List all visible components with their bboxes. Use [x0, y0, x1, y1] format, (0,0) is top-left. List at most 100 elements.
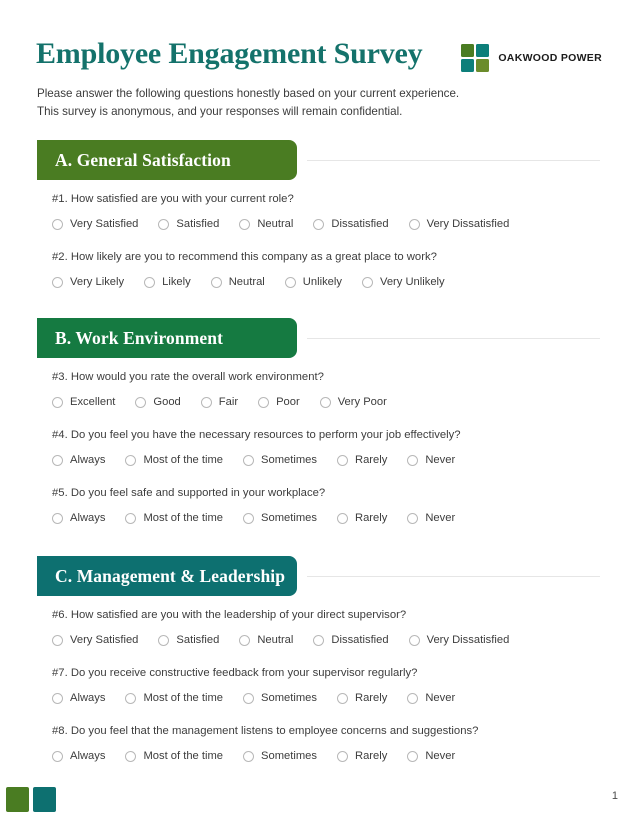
radio-option[interactable]: Never — [407, 512, 455, 525]
radio-option[interactable]: Sometimes — [243, 454, 317, 467]
radio-option[interactable]: Dissatisfied — [313, 218, 389, 231]
radio-button-icon[interactable] — [135, 397, 147, 408]
question-text: #1. How satisfied are you with your curr… — [52, 193, 294, 205]
radio-option[interactable]: Always — [52, 692, 105, 705]
radio-button-icon[interactable] — [407, 751, 419, 762]
radio-button-icon[interactable] — [337, 513, 348, 524]
radio-option[interactable]: Neutral — [239, 634, 293, 647]
radio-option-label: Sometimes — [261, 454, 317, 466]
radio-option[interactable]: Satisfied — [158, 634, 219, 647]
radio-button-icon[interactable] — [200, 397, 212, 408]
radio-option[interactable]: Fair — [200, 396, 239, 409]
radio-button-icon[interactable] — [52, 751, 63, 762]
radio-button-icon[interactable] — [158, 635, 170, 646]
radio-option[interactable]: Good — [135, 396, 181, 409]
intro-line-2: This survey is anonymous, and your respo… — [37, 105, 403, 118]
option-group: Always Most of the time Sometimes Rarely Nev… — [52, 454, 612, 467]
radio-button-icon[interactable] — [407, 455, 419, 466]
radio-button-icon[interactable] — [52, 277, 63, 288]
radio-option[interactable]: Very Satisfied — [52, 218, 138, 231]
radio-option-label: Satisfied — [176, 218, 220, 230]
radio-option[interactable]: Rarely — [337, 512, 387, 525]
radio-option[interactable]: Likely — [144, 276, 191, 289]
option-group: Always Most of the time Sometimes Rarely Nev… — [52, 750, 612, 763]
radio-button-icon[interactable] — [125, 751, 137, 762]
radio-button-icon[interactable] — [361, 277, 373, 288]
radio-button-icon[interactable] — [239, 635, 251, 646]
radio-button-icon[interactable] — [408, 635, 420, 646]
radio-button-icon[interactable] — [144, 277, 156, 288]
logo-square-top-left — [461, 44, 475, 57]
radio-button-icon[interactable] — [337, 455, 348, 466]
radio-button-icon[interactable] — [52, 397, 63, 408]
logo-squares-icon — [461, 44, 490, 72]
radio-button-icon[interactable] — [239, 219, 251, 230]
radio-button-icon[interactable] — [284, 277, 296, 288]
page-title: Employee Engagement Survey — [36, 37, 423, 70]
radio-option[interactable]: Most of the time — [125, 512, 223, 525]
radio-option[interactable]: Always — [52, 454, 105, 467]
radio-option-label: Neutral — [228, 276, 265, 288]
radio-button-icon[interactable] — [258, 397, 270, 408]
radio-option[interactable]: Never — [407, 750, 455, 763]
question-block: #4. Do you feel you have the necessary r… — [52, 428, 612, 467]
radio-button-icon[interactable] — [408, 219, 420, 230]
radio-option[interactable]: Sometimes — [243, 692, 317, 705]
radio-option[interactable]: Very Satisfied — [52, 634, 138, 647]
radio-button-icon[interactable] — [313, 635, 325, 646]
radio-button-icon[interactable] — [337, 751, 348, 762]
radio-option[interactable]: Neutral — [239, 218, 293, 231]
radio-option-label: Never — [425, 692, 456, 704]
brand-name: OAKWOOD POWER — [498, 52, 602, 64]
radio-option[interactable]: Very Dissatisfied — [408, 634, 510, 647]
radio-button-icon[interactable] — [313, 219, 325, 230]
radio-button-icon[interactable] — [407, 513, 419, 524]
radio-option-label: Rarely — [355, 512, 388, 524]
question-block: #3. How would you rate the overall work … — [52, 370, 612, 409]
radio-button-icon[interactable] — [125, 513, 137, 524]
radio-option[interactable]: Neutral — [210, 276, 265, 289]
radio-button-icon[interactable] — [52, 693, 63, 704]
radio-option[interactable]: Rarely — [337, 692, 387, 705]
radio-option[interactable]: Very Likely — [52, 276, 124, 289]
radio-button-icon[interactable] — [52, 635, 63, 646]
radio-option[interactable]: Very Poor — [319, 396, 387, 409]
radio-option[interactable]: Sometimes — [243, 750, 317, 763]
radio-option[interactable]: Very Dissatisfied — [408, 218, 509, 231]
radio-option[interactable]: Satisfied — [158, 218, 219, 231]
radio-option-label: Fair — [218, 396, 239, 408]
radio-option[interactable]: Very Unlikely — [361, 276, 445, 289]
intro-text: Please answer the following questions ho… — [37, 85, 567, 121]
radio-option[interactable]: Sometimes — [243, 512, 317, 525]
radio-button-icon[interactable] — [243, 693, 255, 704]
radio-button-icon[interactable] — [337, 693, 348, 704]
radio-option[interactable]: Always — [52, 750, 105, 763]
radio-button-icon[interactable] — [125, 693, 137, 704]
radio-option-label: Most of the time — [143, 692, 224, 704]
radio-button-icon[interactable] — [210, 277, 222, 288]
radio-option[interactable]: Rarely — [337, 750, 387, 763]
radio-option[interactable]: Dissatisfied — [313, 634, 389, 647]
radio-option[interactable]: Most of the time — [125, 454, 223, 467]
radio-option[interactable]: Never — [407, 692, 455, 705]
radio-button-icon[interactable] — [52, 513, 63, 524]
radio-option[interactable]: Most of the time — [125, 750, 223, 763]
radio-button-icon[interactable] — [243, 513, 255, 524]
radio-option[interactable]: Poor — [258, 396, 300, 409]
radio-button-icon[interactable] — [52, 455, 63, 466]
radio-button-icon[interactable] — [125, 455, 137, 466]
radio-button-icon[interactable] — [243, 455, 255, 466]
radio-option[interactable]: Unlikely — [284, 276, 342, 289]
radio-option[interactable]: Never — [407, 454, 455, 467]
radio-button-icon[interactable] — [407, 693, 419, 704]
radio-button-icon[interactable] — [158, 219, 170, 230]
radio-option[interactable]: Always — [52, 512, 105, 525]
radio-button-icon[interactable] — [243, 751, 255, 762]
question-block: #1. How satisfied are you with your curr… — [52, 192, 612, 231]
radio-option-label: Very Dissatisfied — [426, 634, 510, 646]
radio-option[interactable]: Rarely — [337, 454, 387, 467]
radio-option[interactable]: Most of the time — [125, 692, 223, 705]
radio-option[interactable]: Excellent — [52, 396, 115, 409]
radio-button-icon[interactable] — [319, 397, 331, 408]
radio-button-icon[interactable] — [52, 219, 63, 230]
